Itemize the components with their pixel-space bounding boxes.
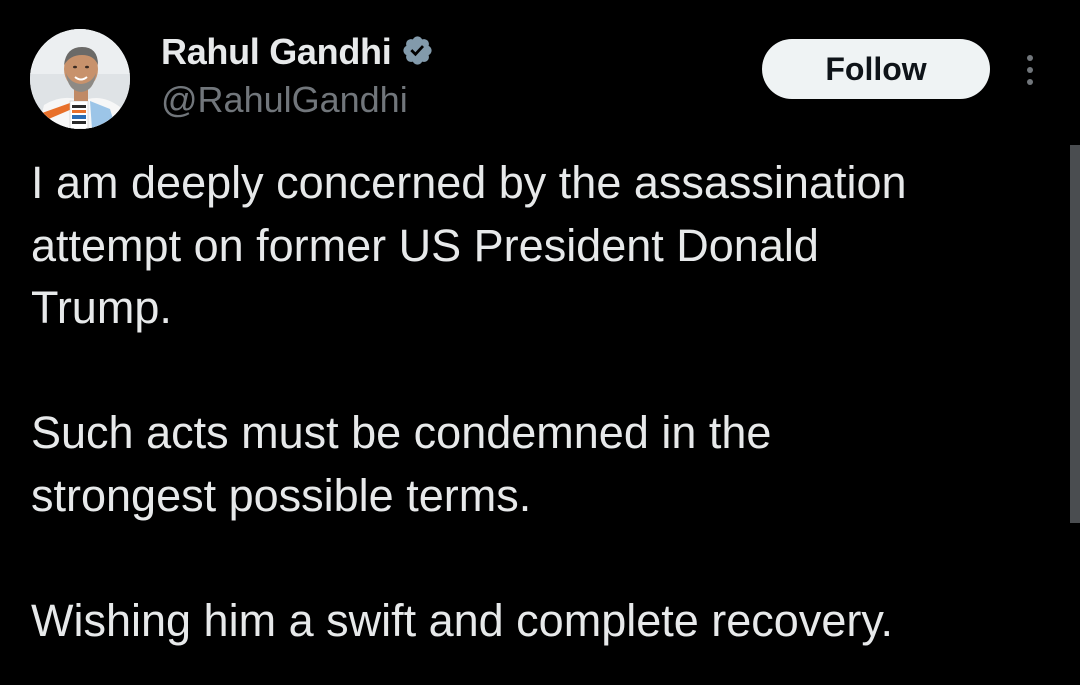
author-display-name[interactable]: Rahul Gandhi xyxy=(161,31,392,73)
more-dot xyxy=(1027,79,1033,85)
follow-button[interactable]: Follow xyxy=(762,39,990,99)
more-dot xyxy=(1027,55,1033,61)
profile-photo xyxy=(30,29,130,129)
tweet-paragraph-2: Such acts must be condemned in the stron… xyxy=(31,407,772,521)
scrollbar[interactable] xyxy=(1070,145,1080,523)
more-dot xyxy=(1027,67,1033,73)
verified-badge-icon[interactable] xyxy=(401,34,437,70)
author-name-row[interactable]: Rahul Gandhi xyxy=(161,31,437,73)
more-options-vertical-icon[interactable] xyxy=(1016,50,1044,90)
tweet-paragraph-1: I am deeply concerned by the assassinati… xyxy=(31,157,907,333)
tweet-paragraph-3: Wishing him a swift and complete recover… xyxy=(31,594,893,646)
author-handle[interactable]: @RahulGandhi xyxy=(161,79,408,121)
avatar[interactable] xyxy=(30,29,130,129)
tweet-text: I am deeply concerned by the assassinati… xyxy=(31,152,1041,652)
